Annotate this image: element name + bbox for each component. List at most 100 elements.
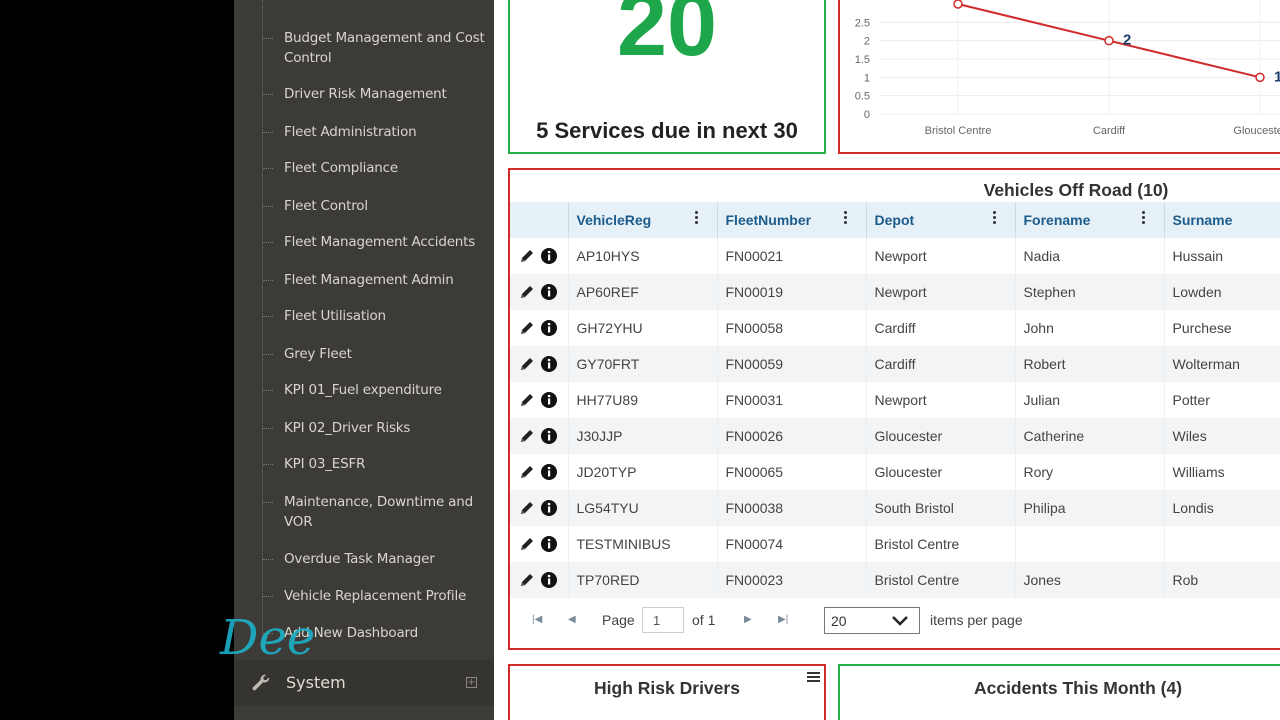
y-tick-label: 2.5 xyxy=(855,17,870,29)
info-icon[interactable] xyxy=(540,571,558,589)
column-header-depot[interactable]: Depot xyxy=(865,202,1015,238)
table-row[interactable]: TP70RED FN00023 Bristol Centre Jones Rob xyxy=(510,562,1280,598)
table-row[interactable]: TESTMINIBUS FN00074 Bristol Centre xyxy=(510,526,1280,562)
info-icon[interactable] xyxy=(540,355,558,373)
sidebar-item-kpi-01[interactable]: KPI 01_Fuel expenditure xyxy=(262,380,488,400)
plus-box-icon[interactable]: + xyxy=(466,677,477,688)
page-number-input[interactable] xyxy=(642,607,684,633)
kebab-icon[interactable] xyxy=(992,211,997,226)
cell-fleetnumber: FN00038 xyxy=(716,490,866,526)
sidebar-item-fleet-compliance[interactable]: Fleet Compliance xyxy=(262,158,488,178)
prev-page-icon[interactable]: ◀ xyxy=(568,614,576,625)
pencil-icon[interactable] xyxy=(518,571,536,589)
last-page-icon[interactable]: ▶| xyxy=(778,614,788,625)
column-header-label: Depot xyxy=(874,212,915,228)
table-row[interactable]: LG54TYU FN00038 South Bristol Philipa Londis xyxy=(510,490,1280,526)
vehicles-off-road-card: Vehicles Off Road (10) VehicleReg FleetN… xyxy=(508,168,1280,650)
services-due-card[interactable]: 20 5 Services due in next 30 xyxy=(508,0,826,154)
sidebar-item-fleet-control[interactable]: Fleet Control xyxy=(262,196,488,216)
cell-vehiclereg: J30JJP xyxy=(567,418,717,454)
table-row[interactable]: HH77U89 FN00031 Newport Julian Potter xyxy=(510,382,1280,418)
wrench-icon xyxy=(252,674,270,691)
pencil-icon[interactable] xyxy=(518,499,536,517)
sidebar-item-grey-fleet[interactable]: Grey Fleet xyxy=(262,344,488,364)
info-icon[interactable] xyxy=(540,319,558,337)
info-icon[interactable] xyxy=(540,499,558,517)
sidebar-item-label: Maintenance, Downtime and VOR xyxy=(284,494,473,530)
chevron-down-icon xyxy=(892,616,908,626)
table-row[interactable]: AP60REF FN00019 Newport Stephen Lowden xyxy=(510,274,1280,310)
info-icon[interactable] xyxy=(540,463,558,481)
info-icon[interactable] xyxy=(540,535,558,553)
cell-surname: Londis xyxy=(1163,490,1280,526)
cell-depot: Bristol Centre xyxy=(865,526,1015,562)
sidebar-item-kpi-03[interactable]: KPI 03_ESFR xyxy=(262,454,488,474)
cell-surname: Purchese xyxy=(1163,310,1280,346)
page-size-select[interactable]: 20 xyxy=(824,607,920,634)
sidebar-item-vehicle-replacement[interactable]: Vehicle Replacement Profile xyxy=(262,586,488,606)
info-icon[interactable] xyxy=(540,283,558,301)
column-header-fleetnumber[interactable]: FleetNumber xyxy=(716,202,866,238)
pencil-icon[interactable] xyxy=(518,427,536,445)
column-header-surname[interactable]: Surname xyxy=(1163,202,1280,238)
cell-depot: Newport xyxy=(865,238,1015,274)
pencil-icon[interactable] xyxy=(518,463,536,481)
cell-vehiclereg: HH77U89 xyxy=(567,382,717,418)
table-row[interactable]: GH72YHU FN00058 Cardiff John Purchese xyxy=(510,310,1280,346)
sidebar-item-fleet-accidents[interactable]: Fleet Management Accidents xyxy=(262,232,488,252)
column-header-label: FleetNumber xyxy=(725,212,812,228)
sidebar-item-label: Budget Management and Cost Control xyxy=(284,30,485,66)
cell-forename: Stephen xyxy=(1014,274,1164,310)
pencil-icon[interactable] xyxy=(518,355,536,373)
column-header-forename[interactable]: Forename xyxy=(1014,202,1164,238)
cell-depot: Newport xyxy=(865,382,1015,418)
kebab-icon[interactable] xyxy=(843,211,848,226)
sidebar-item-fleet-utilisation[interactable]: Fleet Utilisation xyxy=(262,306,488,326)
y-tick-label: 1.5 xyxy=(855,54,870,66)
cell-depot: Bristol Centre xyxy=(865,562,1015,598)
table-row[interactable]: J30JJP FN00026 Gloucester Catherine Wiles xyxy=(510,418,1280,454)
sidebar-item-kpi-02[interactable]: KPI 02_Driver Risks xyxy=(262,418,488,438)
sidebar-item-fleet-administration[interactable]: Fleet Administration xyxy=(262,122,488,142)
row-actions xyxy=(510,382,568,418)
pencil-icon[interactable] xyxy=(518,391,536,409)
info-icon[interactable] xyxy=(540,247,558,265)
pencil-icon[interactable] xyxy=(518,319,536,337)
pencil-icon[interactable] xyxy=(518,283,536,301)
x-tick-label: Bristol Centre xyxy=(925,125,992,137)
sidebar-item-overdue-task[interactable]: Overdue Task Manager xyxy=(262,549,488,569)
accidents-title: Accidents This Month (4) xyxy=(973,678,1183,698)
cell-forename: Julian xyxy=(1014,382,1164,418)
kebab-icon[interactable] xyxy=(694,211,699,226)
row-actions xyxy=(510,526,568,562)
kebab-icon[interactable] xyxy=(1141,211,1146,226)
info-icon[interactable] xyxy=(540,427,558,445)
column-header-vehiclereg[interactable]: VehicleReg xyxy=(567,202,717,238)
accidents-this-month-card: Accidents This Month (4) xyxy=(838,664,1280,720)
data-label: 2 xyxy=(1123,32,1131,49)
first-page-icon[interactable]: |◀ xyxy=(532,614,542,625)
sidebar-item-fleet-admin[interactable]: Fleet Management Admin xyxy=(262,270,488,290)
cell-forename: Robert xyxy=(1014,346,1164,382)
table-row[interactable]: JD20TYP FN00065 Gloucester Rory Williams xyxy=(510,454,1280,490)
info-icon[interactable] xyxy=(540,391,558,409)
table-row[interactable]: GY70FRT FN00059 Cardiff Robert Wolterman xyxy=(510,346,1280,382)
sidebar-system-row[interactable]: System + xyxy=(234,660,494,706)
cell-depot: Newport xyxy=(865,274,1015,310)
sidebar-item-budget-management[interactable]: Budget Management and Cost Control xyxy=(262,28,488,68)
pencil-icon[interactable] xyxy=(518,247,536,265)
pencil-icon[interactable] xyxy=(518,535,536,553)
sidebar-item-driver-risk[interactable]: Driver Risk Management xyxy=(262,84,488,104)
cell-vehiclereg: TP70RED xyxy=(567,562,717,598)
sidebar-item-maintenance[interactable]: Maintenance, Downtime and VOR xyxy=(262,492,488,532)
table-header-row: VehicleReg FleetNumber Depot Forename Su… xyxy=(510,202,1280,238)
hamburger-menu-icon[interactable] xyxy=(807,672,820,684)
data-label: 1 xyxy=(1274,68,1280,85)
sidebar-item-label: Fleet Control xyxy=(284,198,368,214)
table-row[interactable]: AP10HYS FN00021 Newport Nadia Hussain xyxy=(510,238,1280,274)
cell-vehiclereg: LG54TYU xyxy=(567,490,717,526)
cell-fleetnumber: FN00065 xyxy=(716,454,866,490)
next-page-icon[interactable]: ▶ xyxy=(744,614,752,625)
cell-depot: Gloucester xyxy=(865,418,1015,454)
cell-surname: Hussain xyxy=(1163,238,1280,274)
